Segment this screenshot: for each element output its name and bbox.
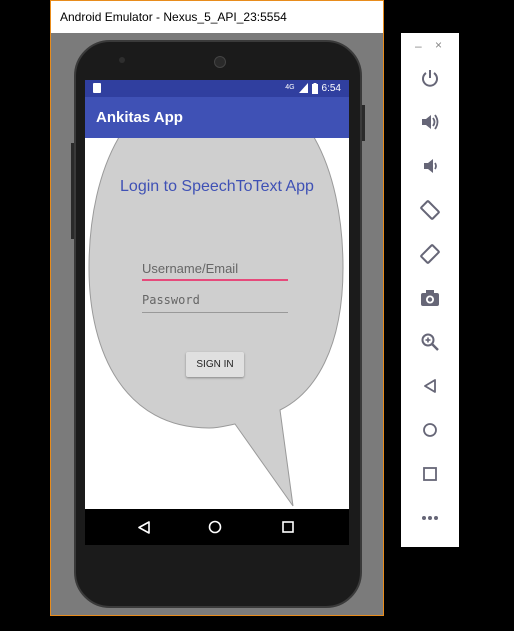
- password-placeholder: Password: [142, 293, 200, 307]
- rotate-right-button[interactable]: [418, 242, 442, 266]
- window-titlebar[interactable]: Android Emulator - Nexus_5_API_23:5554: [51, 1, 383, 33]
- sign-in-button[interactable]: SIGN IN: [186, 352, 244, 377]
- earpiece: [214, 56, 226, 68]
- app-toolbar: Ankitas App: [85, 97, 349, 138]
- status-bar: 4G 6:54: [85, 80, 349, 97]
- status-time: 6:54: [321, 82, 341, 94]
- home-icon: [423, 423, 437, 437]
- minimize-button[interactable]: –: [415, 39, 422, 53]
- back-triangle-icon: [138, 520, 150, 534]
- navigation-bar: [85, 509, 349, 545]
- close-button[interactable]: ×: [435, 38, 442, 52]
- username-placeholder: Username/Email: [142, 261, 239, 276]
- login-heading: Login to SpeechToText App: [120, 178, 314, 195]
- more-icon: [422, 516, 438, 520]
- password-field[interactable]: Password: [142, 291, 288, 313]
- volume-down-icon: [424, 159, 437, 173]
- overview-button[interactable]: [418, 462, 442, 486]
- power-icon: [422, 70, 438, 87]
- back-button[interactable]: [418, 374, 442, 398]
- phone-screen: 4G 6:54 Ankitas App Login to SpeechToTex…: [85, 80, 349, 545]
- password-underline: [142, 312, 288, 313]
- power-button[interactable]: [418, 66, 442, 90]
- sdcard-icon: [93, 83, 101, 93]
- username-underline: [142, 279, 288, 281]
- app-title: Ankitas App: [96, 109, 183, 126]
- volume-up-icon: [422, 114, 439, 130]
- volume-up-button[interactable]: [418, 110, 442, 134]
- nav-home-button[interactable]: [206, 518, 224, 536]
- nav-overview-button[interactable]: [279, 518, 297, 536]
- zoom-icon: [421, 333, 439, 351]
- zoom-button[interactable]: [418, 330, 442, 354]
- nav-back-button[interactable]: [135, 518, 153, 536]
- home-circle-icon: [208, 520, 222, 534]
- overview-icon: [423, 467, 437, 481]
- back-icon: [424, 379, 436, 393]
- front-camera: [119, 57, 125, 63]
- camera-icon: [421, 290, 439, 306]
- screenshot-button[interactable]: [418, 286, 442, 310]
- cell-signal-icon: [298, 83, 308, 93]
- emulator-toolbar: – ×: [401, 33, 459, 547]
- phone-side-button-left: [71, 143, 74, 239]
- rotate-right-icon: [420, 244, 440, 264]
- more-button[interactable]: [418, 506, 442, 530]
- home-button[interactable]: [418, 418, 442, 442]
- username-field[interactable]: Username/Email: [142, 259, 288, 281]
- volume-down-button[interactable]: [418, 154, 442, 178]
- emulator-window: Android Emulator - Nexus_5_API_23:5554 4…: [50, 0, 384, 616]
- window-title: Android Emulator - Nexus_5_API_23:5554: [60, 10, 287, 24]
- overview-square-icon: [282, 521, 294, 533]
- battery-icon: [311, 82, 318, 94]
- rotate-left-icon: [420, 200, 440, 220]
- login-bubble: Login to SpeechToText App Username/Email…: [85, 138, 349, 545]
- signal-4g-icon: 4G: [285, 84, 295, 91]
- phone-side-button-right: [362, 105, 365, 141]
- rotate-left-button[interactable]: [418, 198, 442, 222]
